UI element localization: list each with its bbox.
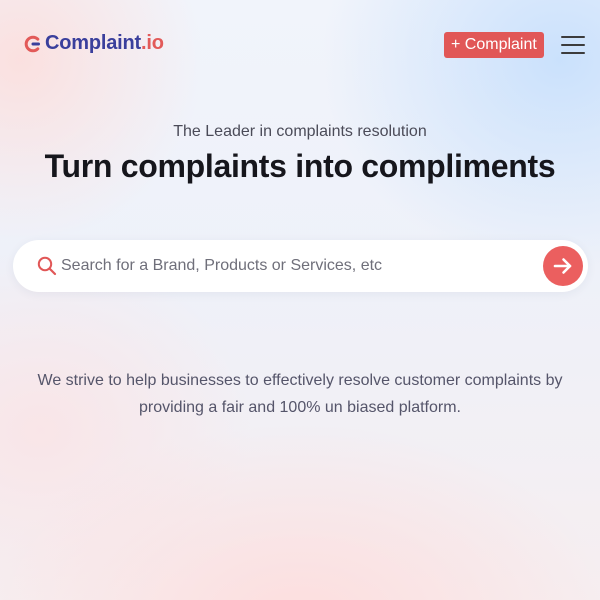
brand-logo[interactable]: Complaint.io xyxy=(24,32,164,55)
description-line-2: providing a fair and 100% un biased plat… xyxy=(139,399,461,416)
search-icon xyxy=(37,256,57,276)
hamburger-menu-icon[interactable] xyxy=(561,36,585,54)
brand-name: Complaint.io xyxy=(45,32,164,54)
search-submit-button[interactable] xyxy=(543,246,583,286)
search-bar xyxy=(13,240,588,292)
mission-description: We strive to help businesses to effectiv… xyxy=(10,367,590,421)
site-header: Complaint.io + Complaint xyxy=(0,0,600,90)
add-complaint-button[interactable]: + Complaint xyxy=(444,32,544,58)
search-input[interactable] xyxy=(61,252,531,280)
logo-c-icon xyxy=(24,35,40,52)
description-line-1: We strive to help businesses to effectiv… xyxy=(37,372,563,389)
arrow-right-icon xyxy=(553,258,572,274)
hero-headline: Turn complaints into compliments xyxy=(44,148,556,184)
hero-tagline: The Leader in complaints resolution xyxy=(173,123,427,140)
